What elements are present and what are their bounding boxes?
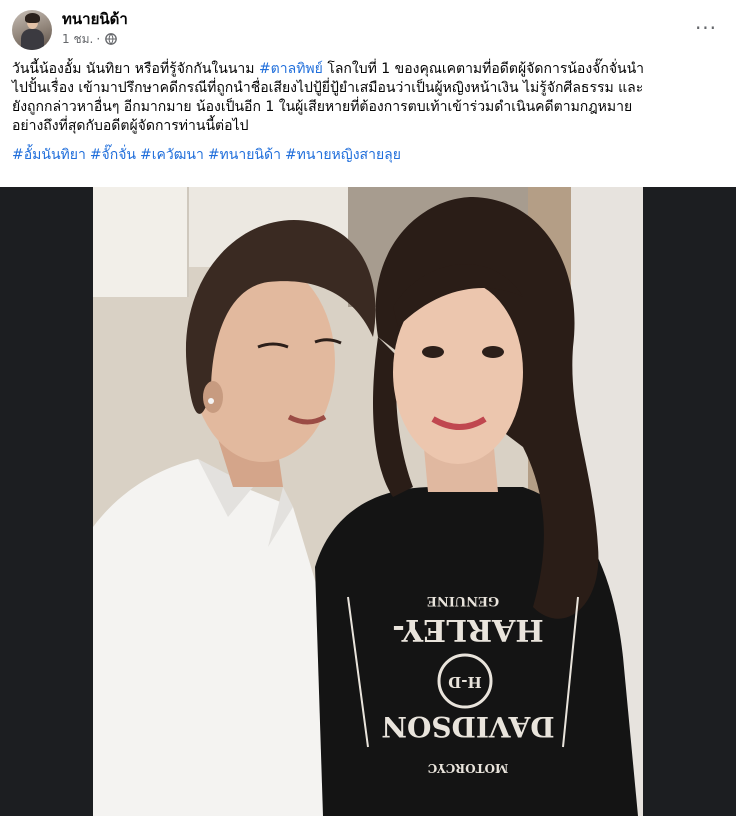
shirt-text-harley: HARLEY-	[392, 612, 543, 647]
facebook-post: ทนายนิด้า 1 ชม. · ··· วันนี้น้องอั้ม นัน…	[0, 0, 736, 816]
hashtag-link[interactable]: #ทนายนิด้า	[208, 147, 281, 163]
more-dots-icon[interactable]: ···	[688, 14, 724, 42]
hashtag-link[interactable]: #อั้มนันทิยา	[12, 147, 86, 163]
photo-illustration: GENUINE HARLEY- H-D DAVIDSON MOTORCYC	[93, 187, 643, 816]
hashtag-list: #อั้มนันทิยา #จั๊กจั่น #เควัฒนา #ทนายนิด้า #…	[12, 146, 724, 165]
hashtag-link[interactable]: #เควัฒนา	[140, 147, 204, 163]
earring	[208, 398, 214, 404]
meta-separator: ·	[96, 32, 101, 46]
photo-container: GENUINE HARLEY- H-D DAVIDSON MOTORCYC	[0, 187, 736, 816]
shirt-text-logo: H-D	[448, 673, 481, 691]
hashtag-link[interactable]: #จั๊กจั่น	[90, 147, 136, 163]
post-photo[interactable]: GENUINE HARLEY- H-D DAVIDSON MOTORCYC	[93, 187, 643, 816]
author-name[interactable]: ทนายนิด้า	[62, 10, 128, 29]
post-timestamp[interactable]: 1 ชม.	[62, 31, 93, 47]
message-part-1: วันนี้น้องอั้ม นันทิยา หรือที่รู้จักกันใ…	[12, 61, 259, 77]
post-meta: ทนายนิด้า 1 ชม. ·	[62, 10, 128, 47]
hashtag-link[interactable]: #ตาลทิพย์	[259, 61, 323, 77]
avatar-body	[21, 29, 44, 50]
white-cabinet-left	[93, 187, 188, 297]
avatar-hair	[25, 13, 40, 23]
author-avatar[interactable]	[12, 10, 52, 50]
shirt-text-davidson: DAVIDSON	[381, 710, 554, 743]
post-message: วันนี้น้องอั้ม นันทิยา หรือที่รู้จักกันใ…	[12, 60, 724, 136]
post-header: ทนายนิด้า 1 ชม. · ···	[12, 10, 724, 54]
globe-icon[interactable]	[105, 33, 118, 45]
post-body: วันนี้น้องอั้ม นันทิยา หรือที่รู้จักกันใ…	[12, 60, 724, 165]
shirt-text-bottom: MOTORCYC	[428, 761, 509, 775]
hashtag-link[interactable]: #ทนายหญิงสายลุย	[285, 147, 401, 163]
shirt-text-top: GENUINE	[427, 593, 499, 608]
post-subline: 1 ชม. ·	[62, 31, 128, 47]
